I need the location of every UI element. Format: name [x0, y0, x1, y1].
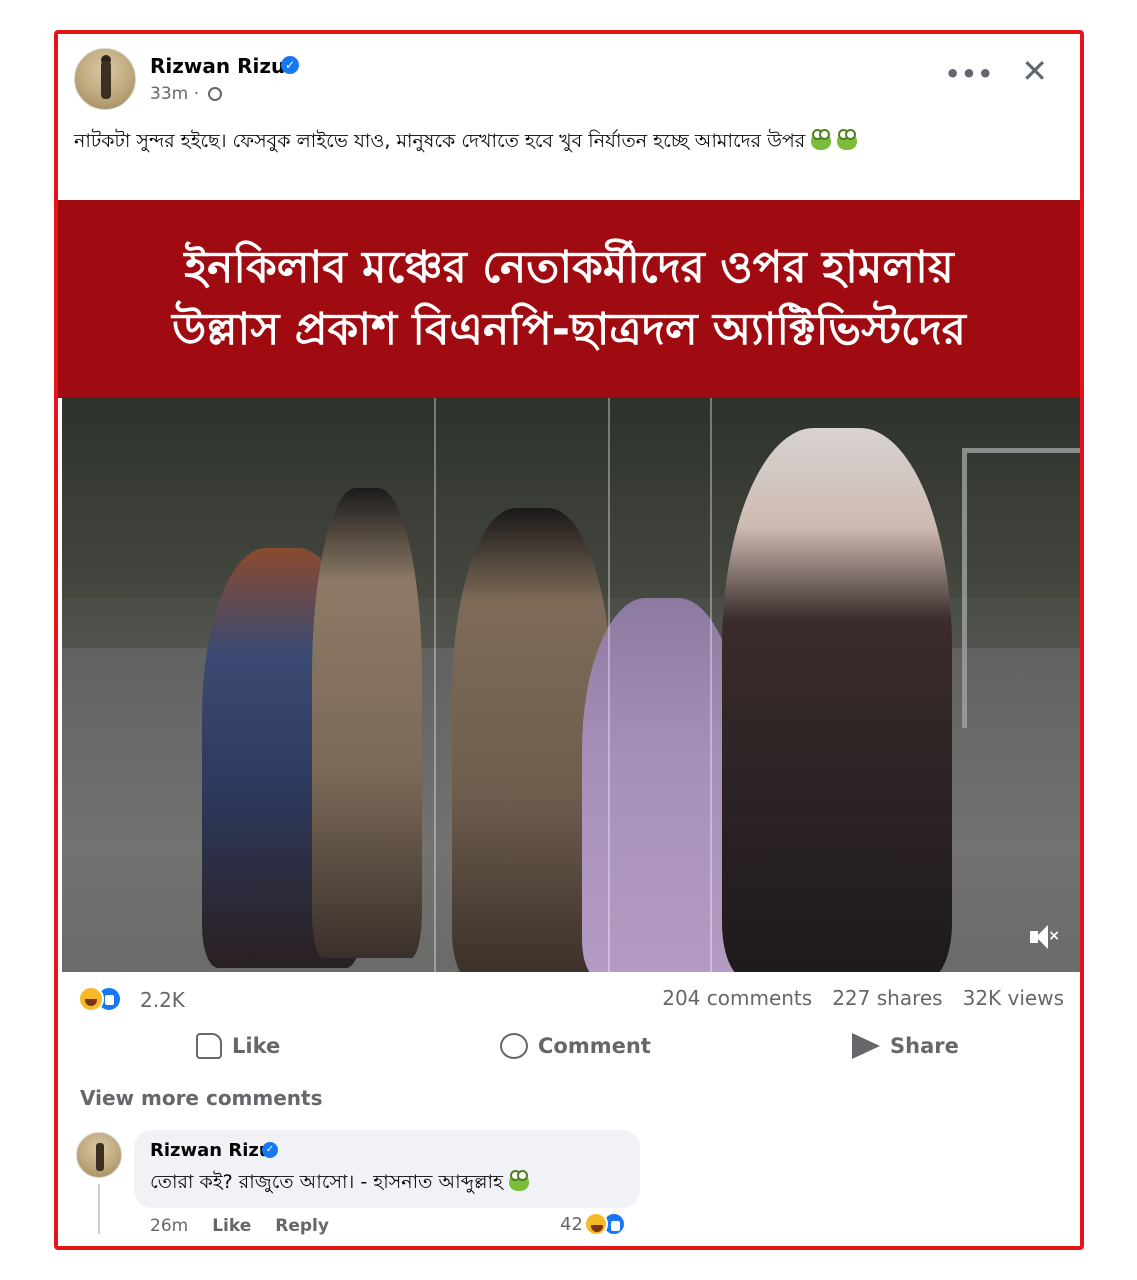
thumbs-up-icon: [196, 1033, 222, 1059]
headline-line-2: উল্লাস প্রকাশ বিএনপি-ছাত্রদল অ্যাক্টিভিস…: [171, 304, 967, 355]
avatar-figure: [96, 1143, 104, 1171]
video-divider: [608, 398, 610, 972]
post-frame: Rizwan Rizu ✓ 33m · ••• ✕ নাটকটা সুন্দর …: [54, 30, 1084, 1250]
view-more-comments-link[interactable]: View more comments: [80, 1086, 323, 1110]
globe-icon: [208, 87, 223, 101]
video-person: [582, 598, 742, 972]
headline-line-1: ইনকিলাব মঞ্চের নেতাকর্মীদের ওপর হামলায়: [184, 242, 954, 293]
post-actions: Like Comment Share: [78, 1022, 1060, 1070]
video-person: [312, 488, 422, 958]
mute-icon[interactable]: ×: [1026, 920, 1060, 954]
comment-like-button[interactable]: Like: [212, 1216, 251, 1236]
haha-reaction-icon: [584, 1212, 608, 1236]
share-arrow-icon: [852, 1033, 880, 1059]
post-text-body: নাটকটা সুন্দর হইছে। ফেসবুক লাইভে যাও, মা…: [74, 130, 806, 152]
close-icon[interactable]: ✕: [1021, 52, 1048, 90]
haha-reaction-icon: [78, 986, 104, 1012]
reaction-icons[interactable]: [78, 986, 138, 1014]
comment-reaction-icons[interactable]: [584, 1212, 632, 1238]
frog-emoji-icon: [837, 129, 858, 150]
comment-bubble: Rizwan Rizu ✓ তোরা কই? রাজুতে আসো। - হাস…: [134, 1130, 640, 1208]
view-count: 32K views: [962, 986, 1064, 1010]
author-avatar[interactable]: [74, 48, 136, 110]
comment-reply-button[interactable]: Reply: [275, 1216, 329, 1236]
share-button[interactable]: Share: [852, 1028, 959, 1064]
comment-bubble-icon: [500, 1033, 528, 1059]
reaction-count[interactable]: 2.2K: [140, 988, 185, 1012]
thread-line: [98, 1184, 100, 1234]
video-divider: [710, 398, 712, 972]
share-label: Share: [890, 1034, 959, 1058]
comment-reaction-count[interactable]: 42: [560, 1214, 583, 1235]
frog-emoji-icon: [509, 1170, 529, 1191]
comment-time[interactable]: 26m: [150, 1216, 188, 1236]
comment-text-body: তোরা কই? রাজুতে আসো। - হাসনাত আব্দুল্লাহ: [150, 1171, 503, 1193]
video-player[interactable]: ×: [62, 398, 1080, 972]
comment-meta: 26m Like Reply: [150, 1216, 329, 1236]
post-text: নাটকটা সুন্দর হইছে। ফেসবুক লাইভে যাও, মা…: [74, 126, 1050, 156]
like-label: Like: [232, 1034, 281, 1058]
avatar-figure: [101, 61, 111, 99]
video-person: [722, 428, 952, 972]
share-count[interactable]: 227 shares: [832, 986, 942, 1010]
comment-label: Comment: [538, 1034, 651, 1058]
verified-badge-icon: ✓: [262, 1142, 278, 1158]
author-name[interactable]: Rizwan Rizu: [150, 54, 285, 78]
frog-emoji-icon: [811, 129, 832, 150]
comment-count[interactable]: 204 comments: [662, 986, 812, 1010]
engagement-stats: 204 comments 227 shares 32K views: [662, 986, 1064, 1010]
comment-button[interactable]: Comment: [500, 1028, 651, 1064]
post-stats: 2.2K 204 comments 227 shares 32K views: [78, 984, 1064, 1016]
commenter-avatar[interactable]: [76, 1132, 122, 1178]
more-options-icon[interactable]: •••: [945, 60, 994, 88]
comment-text: তোরা কই? রাজুতে আসো। - হাসনাত আব্দুল্লাহ: [150, 1168, 529, 1200]
post-time[interactable]: 33m ·: [150, 84, 199, 104]
like-button[interactable]: Like: [196, 1028, 280, 1064]
video-background-fence: [962, 448, 1080, 728]
post-meta: 33m ·: [150, 84, 223, 104]
verified-badge-icon: ✓: [281, 56, 299, 74]
video-divider: [434, 398, 436, 972]
headline-banner: ইনকিলাব মঞ্চের নেতাকর্মীদের ওপর হামলায় …: [58, 200, 1080, 398]
mute-x-mark: ×: [1048, 928, 1060, 944]
post-header: Rizwan Rizu ✓ 33m · ••• ✕: [74, 48, 1064, 116]
commenter-name[interactable]: Rizwan Rizu: [150, 1140, 272, 1161]
